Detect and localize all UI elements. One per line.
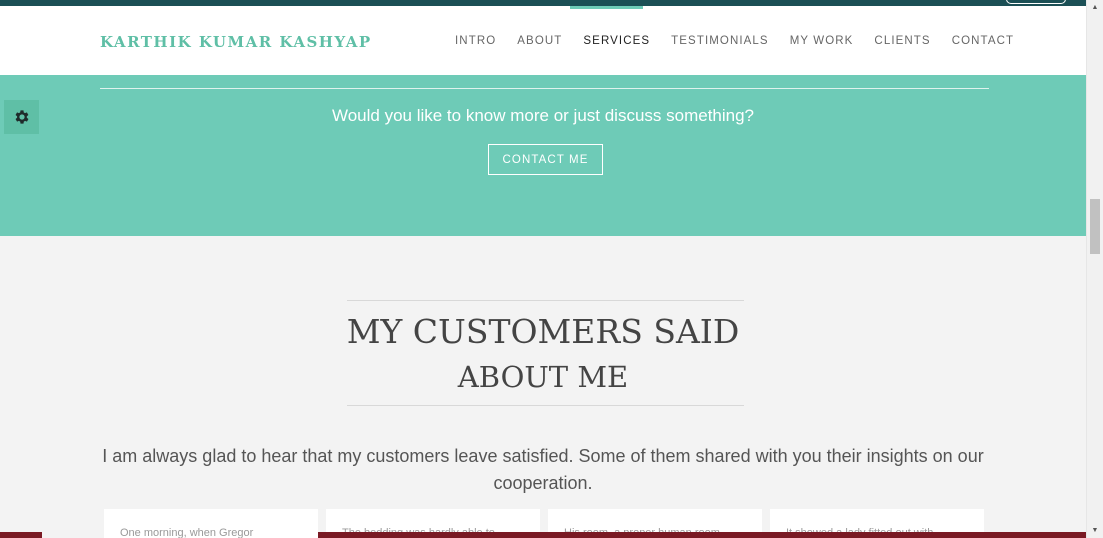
top-bar-pill	[1006, 0, 1066, 4]
title-top-rule	[347, 300, 744, 301]
main-nav: INTRO ABOUT SERVICES TESTIMONIALS MY WOR…	[455, 35, 1035, 47]
footer-strip	[318, 532, 1086, 538]
nav-services[interactable]: SERVICES	[583, 35, 650, 47]
arrow-down-icon[interactable]: ▼	[1087, 527, 1103, 534]
testimonial-card[interactable]: One morning, when Gregor	[104, 509, 318, 538]
cta-question: Would you like to know more or just disc…	[331, 106, 755, 125]
nav-my-work[interactable]: MY WORK	[790, 35, 854, 47]
testimonials-title: MY CUSTOMERS SAID	[346, 312, 740, 351]
nav-contact[interactable]: CONTACT	[952, 35, 1014, 47]
nav-testimonials[interactable]: TESTIMONIALS	[671, 35, 769, 47]
settings-toggle-button[interactable]	[4, 100, 39, 134]
page-scrollbar[interactable]: ▲ ▼	[1086, 0, 1103, 538]
nav-active-indicator	[570, 6, 643, 9]
gear-icon	[15, 110, 28, 124]
footer-strip	[0, 532, 42, 538]
scrollbar-thumb[interactable]	[1090, 199, 1100, 254]
testimonial-card-text: One morning, when Gregor	[120, 527, 254, 538]
site-header: KARTHIK KUMAR KASHYAP INTRO ABOUT SERVIC…	[0, 6, 1086, 75]
contact-cta-band: Would you like to know more or just disc…	[0, 75, 1086, 236]
contact-me-button[interactable]: CONTACT ME	[488, 144, 603, 175]
nav-about[interactable]: ABOUT	[517, 35, 562, 47]
testimonials-subtitle: ABOUT ME	[457, 360, 629, 394]
title-bottom-rule	[347, 405, 744, 406]
nav-clients[interactable]: CLIENTS	[874, 35, 930, 47]
site-brand[interactable]: KARTHIK KUMAR KASHYAP	[100, 33, 372, 51]
testimonials-lead: I am always glad to hear that my custome…	[102, 446, 984, 493]
cta-divider	[100, 88, 989, 89]
arrow-up-icon[interactable]: ▲	[1087, 4, 1103, 11]
nav-intro[interactable]: INTRO	[455, 35, 496, 47]
